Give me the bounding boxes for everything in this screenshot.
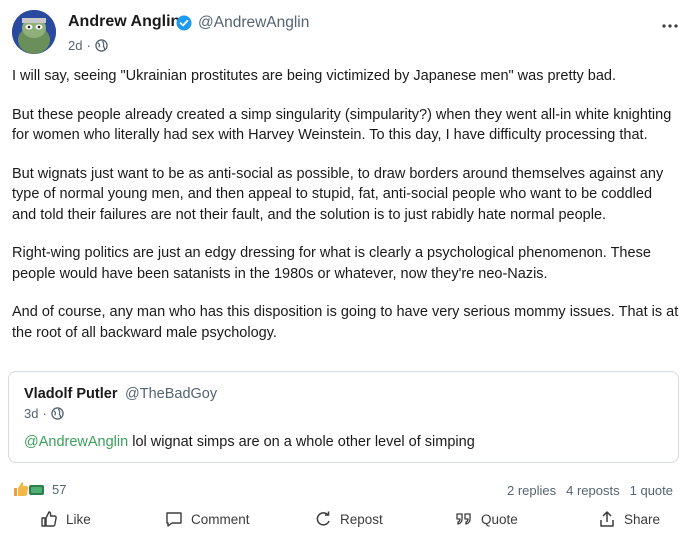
reposts-count[interactable]: 4 reposts	[566, 483, 619, 498]
share-label: Share	[624, 511, 661, 527]
post-card: Andrew Anglin @AndrewAnglin 2d · I will …	[0, 0, 687, 541]
quoted-meta: 3d ·	[24, 406, 64, 421]
share-button[interactable]: Share	[598, 510, 660, 528]
comment-label: Comment	[191, 511, 250, 527]
reaction-emojis-icon	[14, 482, 44, 496]
quoted-time[interactable]: 3d	[24, 406, 38, 421]
post-paragraph: I will say, seeing "Ukrainian prostitute…	[12, 68, 617, 84]
repost-label: Repost	[340, 511, 383, 527]
comment-button[interactable]: Comment	[165, 510, 250, 528]
reactions-summary[interactable]: 57	[12, 480, 66, 498]
quote-button[interactable]: Quote	[455, 510, 518, 528]
share-icon	[600, 511, 614, 527]
post-body: I will say, seeing "Ukrainian prostitute…	[12, 66, 680, 361]
repost-button[interactable]: Repost	[314, 510, 383, 528]
post-meta: 2d ·	[68, 38, 108, 53]
engagement-stats: 2 replies 4 reposts 1 quote	[507, 483, 673, 498]
mention-link[interactable]: @AndrewAnglin	[24, 434, 128, 450]
quoted-body: lol wignat simps are on a whole other le…	[128, 434, 475, 450]
visibility-icon	[51, 407, 64, 420]
meta-separator: ·	[86, 38, 91, 53]
verified-badge-icon	[176, 15, 192, 31]
post-paragraph: And of course, any man who has this disp…	[12, 304, 679, 341]
quoted-author-handle[interactable]: @TheBadGoy	[125, 386, 217, 402]
quote-icon	[456, 513, 471, 525]
author-name[interactable]: Andrew Anglin	[68, 13, 180, 31]
post-paragraph: But these people already created a simp …	[12, 106, 672, 144]
like-button[interactable]: Like	[40, 510, 91, 528]
quoted-text: @AndrewAnglin lol wignat simps are on a …	[24, 434, 475, 450]
post-time[interactable]: 2d	[68, 38, 82, 53]
replies-count[interactable]: 2 replies	[507, 483, 556, 498]
avatar[interactable]	[12, 10, 56, 54]
quotes-count[interactable]: 1 quote	[630, 483, 673, 498]
visibility-icon	[95, 39, 108, 52]
reaction-count: 57	[52, 481, 67, 497]
quoted-post[interactable]: Vladolf Putler @TheBadGoy 3d · @AndrewAn…	[8, 371, 679, 463]
quoted-author-name[interactable]: Vladolf Putler	[24, 386, 117, 402]
post-paragraph: Right-wing politics are just an edgy dre…	[12, 245, 651, 282]
post-paragraph: But wignats just want to be as anti-soci…	[12, 165, 664, 223]
like-label: Like	[66, 511, 91, 527]
quote-label: Quote	[481, 511, 518, 527]
meta-separator: ·	[42, 406, 47, 421]
author-handle[interactable]: @AndrewAnglin	[198, 14, 309, 32]
comment-icon	[166, 512, 182, 527]
more-options-icon[interactable]	[662, 18, 678, 34]
repost-icon	[316, 511, 330, 526]
thumbs-up-icon	[41, 511, 57, 527]
action-bar: Like Comment Repost Quote Share	[0, 510, 687, 538]
